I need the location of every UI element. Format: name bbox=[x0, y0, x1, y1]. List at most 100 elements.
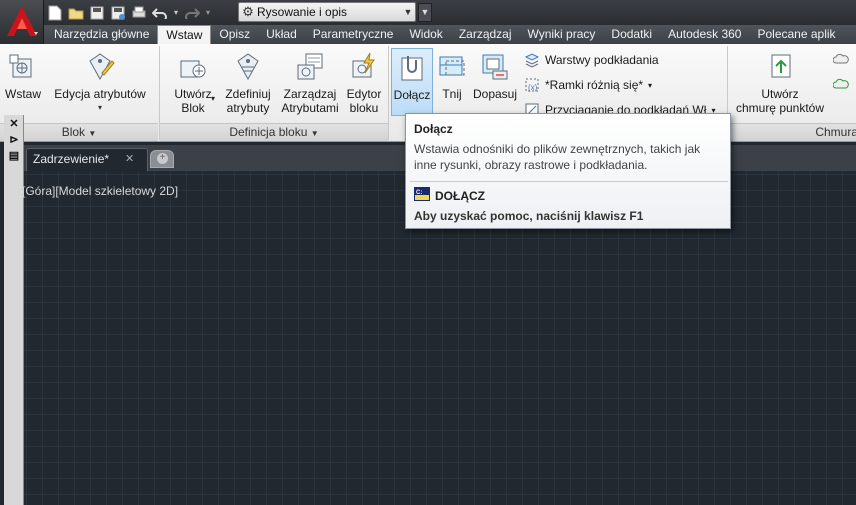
edit-attributes-icon bbox=[83, 50, 117, 84]
chevron-down-icon: ▼ bbox=[310, 129, 319, 138]
tooltip-command-label: DOŁĄCZ bbox=[435, 188, 485, 203]
workspace-dropdown[interactable]: ⚙ Rysowanie i opis ▼ bbox=[238, 2, 416, 22]
manage-attributes-icon bbox=[293, 50, 327, 84]
adjust-button[interactable]: Dopasuj bbox=[471, 44, 519, 101]
create-point-cloud-label-1: Utwórz bbox=[761, 87, 799, 101]
chevron-down-icon: ▼ bbox=[88, 129, 97, 138]
clip-button[interactable]: Tnij bbox=[435, 44, 469, 101]
underlay-layers-label: Warstwy podkładania bbox=[545, 53, 659, 67]
cloud-small-icon[interactable] bbox=[832, 52, 849, 69]
create-block-icon bbox=[176, 50, 210, 84]
insert-block-icon bbox=[6, 50, 40, 84]
cloud-small-icon-2[interactable] bbox=[832, 77, 849, 94]
save-icon[interactable] bbox=[88, 4, 106, 22]
manage-attributes-label-1: Zarządzaj bbox=[283, 87, 337, 101]
autocad-logo-icon bbox=[7, 6, 38, 36]
viewport-label[interactable]: [Góra][Model szkieletowy 2D] bbox=[22, 184, 178, 198]
define-attributes-button[interactable]: Zdefiniuj atrybuty bbox=[221, 44, 275, 115]
clip-label: Tnij bbox=[442, 87, 462, 101]
tab-zarzadzaj[interactable]: Zarządzaj bbox=[451, 25, 520, 44]
palette-strip: ✕ ⊳ ▤ bbox=[4, 115, 24, 505]
adjust-label: Dopasuj bbox=[472, 87, 518, 101]
tooltip-command: C: DOŁĄCZ bbox=[414, 187, 485, 204]
tab-uklad[interactable]: Układ bbox=[258, 25, 305, 44]
workspace-name: Rysowanie i opis bbox=[257, 5, 348, 19]
tab-autodesk-360[interactable]: Autodesk 360 bbox=[660, 25, 749, 44]
chevron-down-icon: ▾ bbox=[97, 103, 102, 112]
attach-button[interactable]: Dołącz bbox=[391, 48, 433, 116]
print-icon[interactable] bbox=[130, 4, 148, 22]
define-attributes-icon bbox=[231, 50, 265, 84]
chevron-down-icon: ▾ bbox=[648, 80, 653, 90]
panel-definicja-footer[interactable]: Definicja bloku ▼ bbox=[160, 123, 388, 141]
tab-opisz[interactable]: Opisz bbox=[211, 25, 258, 44]
tab-widok[interactable]: Widok bbox=[401, 25, 450, 44]
define-attributes-label-1: Zdefiniuj bbox=[225, 87, 271, 101]
clip-icon bbox=[435, 50, 469, 84]
layers-icon bbox=[524, 52, 540, 68]
insert-block-button[interactable]: Wstaw bbox=[2, 44, 44, 101]
panel-definicja-label: Definicja bloku bbox=[229, 125, 308, 139]
manage-attributes-button[interactable]: Zarządzaj Atrybutami bbox=[278, 44, 342, 115]
create-point-cloud-button[interactable]: Utwórz chmurę punktów bbox=[732, 44, 828, 115]
redo-icon[interactable] bbox=[183, 4, 201, 22]
block-editor-label-2: bloku bbox=[349, 101, 379, 115]
underlay-layers-button[interactable]: Warstwy podkładania bbox=[524, 52, 659, 68]
command-line-icon: C: bbox=[414, 187, 430, 204]
create-point-cloud-label-2: chmurę punktów bbox=[735, 101, 825, 115]
tab-polecane-aplikacje[interactable]: Polecane aplik bbox=[749, 25, 843, 44]
tab-narzedzia-glowne[interactable]: Narzędzia główne bbox=[44, 25, 157, 44]
tooltip-help: Aby uzyskać pomoc, naciśnij klawisz F1 bbox=[414, 209, 644, 223]
chevron-down-icon: ▾ bbox=[211, 94, 216, 103]
define-attributes-label-2: atrybuty bbox=[226, 101, 270, 115]
gear-icon: ⚙ bbox=[242, 4, 254, 19]
open-folder-icon[interactable] bbox=[67, 4, 85, 22]
tab-wyniki-pracy[interactable]: Wyniki pracy bbox=[520, 25, 604, 44]
frames-vary-dropdown[interactable]: (x) *Ramki różnią się* ▾ bbox=[524, 77, 652, 93]
tooltip-title: Dołącz bbox=[414, 122, 453, 136]
svg-text:(x): (x) bbox=[528, 83, 538, 92]
insert-block-label: Wstaw bbox=[5, 87, 41, 101]
attach-icon bbox=[395, 51, 429, 85]
close-icon[interactable]: ✕ bbox=[4, 115, 24, 131]
svg-text:C:: C: bbox=[416, 190, 422, 196]
panel-divider bbox=[388, 46, 389, 140]
customize-qat-button[interactable]: ▼ bbox=[418, 3, 432, 22]
save-as-icon[interactable] bbox=[109, 4, 127, 22]
attach-label: Dołącz bbox=[393, 88, 431, 102]
redo-dropdown-icon[interactable]: ▾ bbox=[204, 4, 212, 22]
plus-icon: + bbox=[157, 153, 168, 164]
create-block-label-1: Utwórz bbox=[174, 87, 212, 101]
document-tab-label: Zadrzewienie* bbox=[33, 152, 110, 166]
properties-icon[interactable]: ▤ bbox=[4, 147, 24, 163]
create-block-button[interactable]: Utwórz Blok bbox=[168, 44, 218, 115]
edit-attributes-button[interactable]: Edycja atrybutów ▾ bbox=[52, 44, 148, 115]
create-block-label-2: Blok bbox=[181, 101, 205, 115]
frames-vary-label: *Ramki różnią się* bbox=[545, 78, 644, 92]
chevron-down-icon: ▼ bbox=[403, 7, 413, 17]
block-editor-button[interactable]: Edytor bloku bbox=[342, 44, 386, 115]
tooltip-description: Wstawia odnośniki do plików zewnętrznych… bbox=[414, 142, 701, 172]
autohide-icon[interactable]: ⊳ bbox=[4, 131, 24, 147]
frames-icon: (x) bbox=[524, 77, 540, 93]
block-editor-label-1: Edytor bbox=[346, 87, 382, 101]
tab-dodatki[interactable]: Dodatki bbox=[603, 25, 660, 44]
document-tab[interactable]: Zadrzewienie* ✕ bbox=[26, 148, 148, 171]
panel-chmura-label: Chmura bbox=[815, 125, 856, 139]
panel-chmura-footer[interactable]: Chmura bbox=[728, 123, 856, 141]
tab-wstaw[interactable]: Wstaw bbox=[157, 25, 212, 44]
application-menu-button[interactable] bbox=[0, 0, 44, 44]
undo-icon[interactable] bbox=[151, 4, 169, 22]
ribbon-tab-bar: Narzędzia główne Wstaw Opisz Układ Param… bbox=[0, 25, 856, 44]
undo-dropdown-icon[interactable]: ▾ bbox=[172, 4, 180, 22]
point-cloud-icon bbox=[763, 50, 797, 84]
edit-attributes-label: Edycja atrybutów bbox=[54, 87, 146, 101]
new-file-icon[interactable] bbox=[46, 4, 64, 22]
panel-blok-label: Blok bbox=[61, 125, 86, 139]
manage-attributes-label-2: Atrybutami bbox=[281, 101, 339, 115]
tab-parametryczne[interactable]: Parametryczne bbox=[305, 25, 402, 44]
close-icon[interactable]: ✕ bbox=[125, 149, 134, 170]
new-tab-button[interactable]: + bbox=[150, 150, 174, 168]
quick-access-toolbar: ▾ ▾ bbox=[46, 3, 212, 22]
tooltip-divider bbox=[410, 181, 728, 182]
